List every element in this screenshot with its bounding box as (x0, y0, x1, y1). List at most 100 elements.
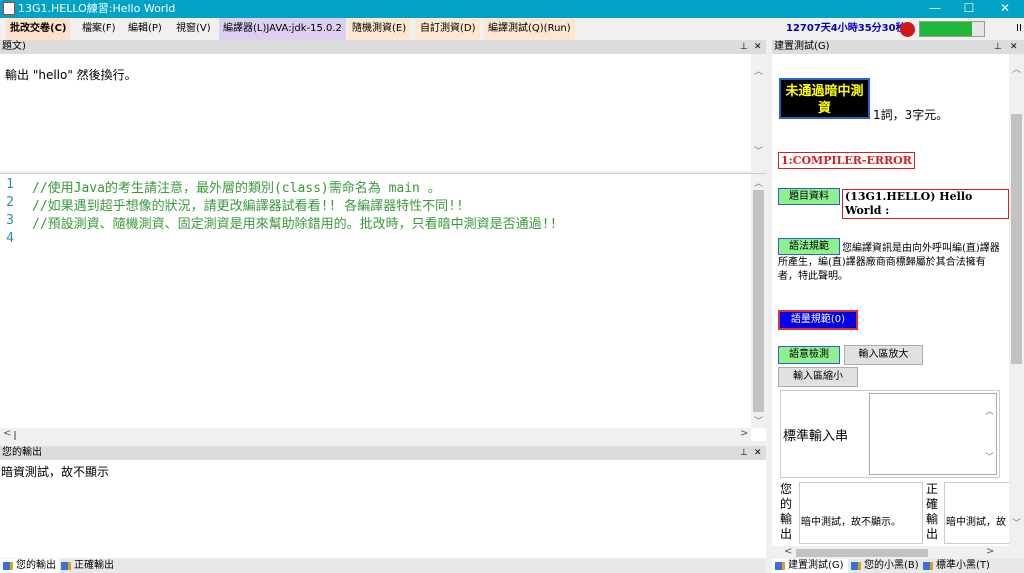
compiler-error: 1:COMPILER-ERROR (778, 152, 915, 169)
menu-submit[interactable]: 批改交卷(C) (6, 18, 71, 40)
scroll-down-icon[interactable]: ﹀ (1009, 516, 1024, 529)
line-number: 2 (6, 195, 14, 210)
window-title: 13G1.HELLO練習:Hello World (18, 2, 176, 15)
maximize-button[interactable]: ☐ (952, 0, 986, 18)
scroll-down-icon[interactable]: ﹀ (982, 450, 997, 463)
menu-file[interactable]: 檔案(F) (78, 18, 120, 40)
tab-label: 建置測試(G) (788, 560, 844, 571)
elapsed-timer: 12707天4小時35分30秒 (786, 23, 906, 34)
input-enlarge-button[interactable]: 輸入區放大 (844, 345, 923, 365)
line-number: 4 (6, 231, 14, 246)
problem-scrollbar[interactable]: ︿ ﹀ (751, 54, 766, 171)
window-icon (923, 562, 933, 570)
output-header-label: 您的輸出 (2, 447, 42, 458)
window-icon (775, 562, 785, 570)
problem-pane: 輸出 "hello" 然後換行。 ︿ ﹀ (0, 54, 766, 171)
side-vscrollbar[interactable]: ︿ ﹀ (1009, 54, 1024, 546)
menu-compile-test[interactable]: 編譯測試(Q)(Run) (484, 18, 575, 40)
menu-random-data[interactable]: 隨機測資(E) (348, 18, 411, 40)
correct-output-box: 暗中測試，故 (944, 482, 1009, 544)
menu-custom-data[interactable]: 自訂測資(D) (416, 18, 480, 40)
pin-icon[interactable]: ⊥ (740, 446, 748, 460)
apple-icon (900, 22, 915, 37)
minimize-button[interactable]: — (918, 0, 952, 18)
title-bar: 13G1.HELLO練習:Hello World — ☐ ✕ (0, 0, 1024, 18)
scroll-right-icon[interactable]: > (986, 546, 994, 557)
output-text: 暗資測試，故不顯示 (1, 465, 110, 479)
side-header-label: 建置測試(G) (774, 41, 830, 52)
side-pane: 未通過暗中測資 1詞，3字元。 1:COMPILER-ERROR 題目資料 (1… (772, 54, 1009, 546)
window-icon (3, 562, 13, 570)
correct-output-label: 正確輸出 (926, 482, 939, 541)
correct-output-text: 暗中測試，故 (946, 517, 1006, 528)
tab-label: 標準小黑(T) (936, 560, 990, 571)
editor-vscrollbar[interactable]: ︿ ﹀ (751, 174, 766, 428)
output-pane: 暗資測試，故不顯示 (0, 460, 766, 558)
your-output-text: 暗中測試，故不顯示。 (801, 517, 901, 528)
your-output-label: 您的輸出 (780, 482, 793, 541)
close-icon[interactable]: ✕ (754, 446, 762, 460)
bottom-tabs-right: 建置測試(G) 您的小黑(B) 標準小黑(T) (772, 559, 1024, 573)
std-input-field[interactable]: ︿ ﹀ (869, 393, 997, 475)
scroll-thumb[interactable] (796, 549, 928, 557)
scroll-left-icon[interactable]: < (784, 546, 792, 557)
bottom-tabs-left: 您的輸出 正確輸出 (0, 559, 766, 573)
scroll-right-icon[interactable]: > (740, 428, 748, 439)
tab-correct-output[interactable]: 正確輸出 (58, 559, 118, 573)
tab-label: 您的輸出 (16, 560, 56, 571)
scroll-thumb[interactable] (753, 190, 764, 412)
scroll-thumb[interactable] (14, 431, 16, 440)
tab-standard-console[interactable]: 標準小黑(T) (920, 559, 994, 573)
semantic-check-button[interactable]: 語意檢測 (778, 346, 840, 364)
word-count: 1詞，3字元。 (873, 108, 949, 122)
pin-icon[interactable]: ⊥ (740, 40, 748, 54)
app-icon (3, 2, 15, 15)
scroll-up-icon[interactable]: ︿ (751, 176, 766, 189)
scroll-up-icon[interactable]: ︿ (1009, 62, 1024, 75)
input-shrink-button[interactable]: 輸入區縮小 (778, 367, 858, 387)
line-number: 3 (6, 213, 14, 228)
window-icon (851, 562, 861, 570)
menu-view[interactable]: 視窗(V) (172, 18, 215, 40)
std-input-label: 標準輸入串 (783, 429, 849, 444)
scroll-thumb[interactable] (1011, 114, 1022, 364)
tab-your-output[interactable]: 您的輸出 (0, 559, 60, 573)
code-line: //如果遇到超乎想像的狀況，請更改編譯器試看看!! 各編譯器特性不同!! (32, 199, 464, 214)
side-hscrollbar[interactable]: < > (772, 546, 1009, 559)
problem-data-button[interactable]: 題目資料 (778, 188, 840, 205)
your-output-box: 暗中測試，故不顯示。 (799, 482, 923, 544)
code-editor[interactable]: 1 2 3 4 //使用Java的考生請注意，最外層的類別(class)需命名為… (0, 173, 766, 442)
problem-info: (13G1.HELLO) Hello World : (842, 189, 1009, 219)
scroll-up-icon[interactable]: ︿ (751, 64, 766, 77)
tab-label: 您的小黑(B) (864, 560, 919, 571)
menu-compiler[interactable]: 編譯器(L)JAVA:jdk-15.0.2 (219, 18, 346, 40)
semantic-rules-button[interactable]: 語量規範(0) (778, 310, 858, 330)
tab-your-console[interactable]: 您的小黑(B) (848, 559, 923, 573)
code-line: //預設測資、隨機測資、固定測資是用來幫助除錯用的。批改時，只看暗中測資是否通過… (32, 217, 558, 232)
editor-hscrollbar[interactable]: < > (0, 428, 751, 442)
code-line: //使用Java的考生請注意，最外層的類別(class)需命名為 main 。 (32, 181, 441, 196)
syntax-notice: 您編譯資訊是由向外呼叫編(直)譯器所產生，編(直)譯器廠商商標歸屬於其合法擁有者… (778, 243, 1000, 282)
menu-edit[interactable]: 編輯(P) (124, 18, 166, 40)
close-icon[interactable]: ✕ (1010, 40, 1018, 54)
scroll-down-icon[interactable]: ﹀ (751, 414, 766, 427)
pause-icon[interactable]: II (1016, 18, 1022, 40)
side-header: 建置測試(G) ⊥ ✕ (772, 40, 1024, 54)
window-icon (61, 562, 71, 570)
close-button[interactable]: ✕ (988, 0, 1022, 18)
scroll-up-icon[interactable]: ︿ (982, 404, 997, 417)
menu-bar: 批改交卷(C) 檔案(F) 編輯(P) 視窗(V) 編譯器(L)JAVA:jdk… (0, 18, 1024, 40)
pin-icon[interactable]: ⊥ (994, 40, 1002, 54)
progress-bar (919, 21, 985, 37)
close-icon[interactable]: ✕ (754, 40, 762, 54)
problem-text: 輸出 "hello" 然後換行。 (5, 68, 137, 82)
problem-header-label: 題文) (2, 41, 26, 52)
problem-header: 題文) ⊥ ✕ (0, 40, 766, 54)
scroll-down-icon[interactable]: ﹀ (751, 144, 766, 157)
status-badge: 未通過暗中測資 (779, 78, 870, 119)
tab-label: 正確輸出 (74, 560, 114, 571)
output-header: 您的輸出 ⊥ ✕ (0, 446, 766, 460)
progress-fill (920, 22, 972, 36)
tab-build-test[interactable]: 建置測試(G) (772, 559, 848, 573)
scroll-left-icon[interactable]: < (3, 428, 11, 439)
